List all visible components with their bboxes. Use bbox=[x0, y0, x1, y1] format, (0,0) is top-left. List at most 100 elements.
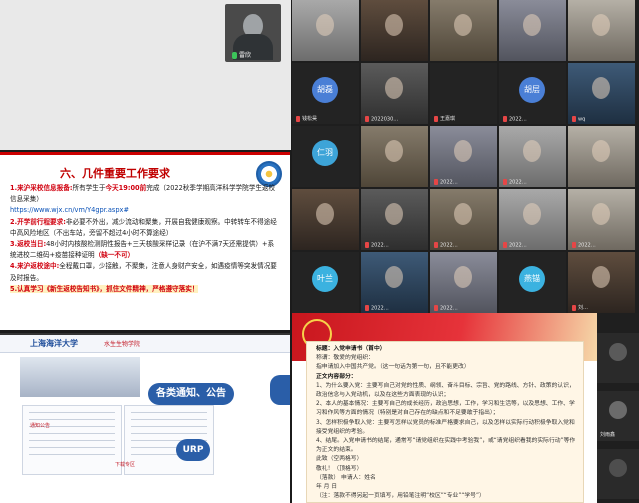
document-text: 标题：入党申请书（首中） 称谓：敬爱的党组织： 指申请加入中国共产党。（这一句话为第… bbox=[316, 345, 578, 501]
participant-name-text: 2022… bbox=[371, 305, 389, 311]
avatar bbox=[385, 203, 403, 225]
participant-tile[interactable]: 2022… bbox=[568, 189, 635, 250]
avatar bbox=[592, 266, 610, 288]
mic-muted-icon bbox=[434, 115, 438, 122]
slide-line: 5.认真学习《新生返校告知书》，抓住文件精神，严格遵守落实！ bbox=[10, 284, 280, 295]
participant-tile[interactable]: 2022… bbox=[499, 189, 566, 250]
participant-tile[interactable]: 刘… bbox=[568, 252, 635, 313]
callout-notice: 各类通知、公告 bbox=[148, 383, 234, 405]
participant-name-text: 王嘉琪 bbox=[440, 116, 456, 122]
shared-website: 上海海洋大学 水生生物学院 通知公告 下载专区 各类通知、公告 URP bbox=[0, 333, 290, 503]
participant-tile[interactable]: wq bbox=[568, 63, 635, 124]
participant-name-text: 2022… bbox=[578, 242, 596, 248]
slide-line-heading: 4.来沪返校途中: bbox=[10, 262, 60, 271]
site-header: 上海海洋大学 水生生物学院 bbox=[0, 335, 290, 353]
document-line: 称谓：敬爱的党组织： bbox=[316, 355, 374, 362]
participant-name-text: 2022… bbox=[509, 116, 527, 122]
participant-tile[interactable]: 王嘉琪 bbox=[430, 63, 497, 124]
avatar bbox=[592, 14, 610, 36]
participant-name: 2022… bbox=[572, 241, 596, 248]
participant-tile[interactable]: 胡层 2022… bbox=[499, 63, 566, 124]
slide-line: 4.来沪返校途中:全程戴口罩，少接触，不聚集，注意人身财产安全，如遇疫情等突发情… bbox=[10, 261, 280, 283]
slide-line: 1.来沪采校信息报备:所有学生于今天19:00前完成（2022秋季学期高洋科学学… bbox=[10, 183, 280, 205]
slide-line-heading: 3.返校当日: bbox=[10, 240, 47, 249]
notice-list bbox=[22, 405, 122, 475]
avatar bbox=[592, 140, 610, 162]
avatar bbox=[454, 14, 472, 36]
participant-name: 2022… bbox=[365, 304, 389, 311]
avatar bbox=[523, 203, 541, 225]
notice-label: 通知公告 bbox=[30, 423, 51, 429]
participant-tile[interactable]: 燕锚 bbox=[499, 252, 566, 313]
mic-muted-icon bbox=[503, 115, 507, 122]
participant-tile[interactable] bbox=[430, 0, 497, 61]
mic-icon bbox=[232, 52, 237, 59]
participant-name: 2022030… bbox=[365, 115, 398, 122]
avatar bbox=[523, 14, 541, 36]
document-line: 2、本人的基本情况：主要写自己的成长经历，政治思想，工作，学习和生活等，以及思想… bbox=[316, 401, 575, 417]
participant-tile[interactable] bbox=[597, 449, 639, 499]
participant-name: 刘雨鑫 bbox=[600, 432, 616, 438]
slide-line: 3.返校当日:48小时内核酸检测阴性报告+三天核酸采样记录（在沪不满7天还需提供… bbox=[10, 239, 280, 261]
avatar: 叶兰 bbox=[312, 266, 338, 292]
right-participant-strip: 刘雨鑫 bbox=[597, 313, 639, 503]
participant-name-text: 2022… bbox=[440, 242, 458, 248]
participant-tile[interactable]: 刘雨鑫 bbox=[597, 391, 639, 441]
mic-muted-icon bbox=[365, 115, 369, 122]
avatar bbox=[523, 140, 541, 162]
participant-tile[interactable] bbox=[597, 333, 639, 383]
participant-tile[interactable]: 2022… bbox=[361, 252, 428, 313]
participant-tile[interactable]: 2022… bbox=[361, 189, 428, 250]
participant-name-text: 2022… bbox=[371, 242, 389, 248]
side-callout bbox=[270, 375, 290, 405]
avatar bbox=[592, 203, 610, 225]
mic-muted-icon bbox=[365, 241, 369, 248]
slide-body: 1.来沪采校信息报备:所有学生于今天19:00前完成（2022秋季学期高洋科学学… bbox=[10, 183, 280, 295]
participant-tile[interactable]: 2022030… bbox=[361, 63, 428, 124]
slide-line-highlight: （缺一不可） bbox=[94, 251, 135, 260]
document-line: 指申请加入中国共产党。（这一句话为第一句，且不能更改） bbox=[316, 364, 470, 371]
self-name-label: 雷欣 bbox=[232, 50, 251, 59]
avatar bbox=[592, 77, 610, 99]
participant-name: 2022… bbox=[434, 304, 458, 311]
participant-tile[interactable]: 叶兰 bbox=[292, 252, 359, 313]
avatar bbox=[454, 140, 472, 162]
participant-tile[interactable]: 2022… bbox=[499, 126, 566, 187]
participant-tile[interactable]: 仁羽 bbox=[292, 126, 359, 187]
document-line: （注：落款不得另起一页填写，用铅笔注明“校区”“专业”“学号”） bbox=[316, 493, 485, 500]
slide-line-text[interactable]: https://www.wjx.cn/vm/Y4gpr.aspx# bbox=[10, 206, 129, 214]
document-line: 标题：入党申请书（首中） bbox=[316, 346, 386, 352]
slide-line: https://www.wjx.cn/vm/Y4gpr.aspx# bbox=[10, 205, 280, 216]
slide-line-highlight: 今天19:00前 bbox=[105, 184, 147, 192]
mic-muted-icon bbox=[572, 304, 576, 311]
self-name: 雷欣 bbox=[239, 52, 252, 59]
participant-tile[interactable]: 胡磊 钱松昊 bbox=[292, 63, 359, 124]
participant-tile[interactable] bbox=[292, 0, 359, 61]
participant-name: 王嘉琪 bbox=[434, 115, 455, 122]
participant-grid: 胡磊 钱松昊 2022030… 王嘉琪 胡层 2022… wq 仁羽 2022… 2022… 202… bbox=[292, 0, 639, 313]
mic-muted-icon bbox=[434, 304, 438, 311]
participant-tile[interactable] bbox=[292, 189, 359, 250]
avatar bbox=[385, 77, 403, 99]
document-line: 4、结尾。入党申请书的结尾，通常写“请党组织在实践中考验我”，或“请党组织看我的… bbox=[316, 438, 576, 454]
participant-tile[interactable]: 2022… bbox=[430, 189, 497, 250]
participant-tile[interactable]: 2022… bbox=[430, 126, 497, 187]
slide-line-text: 5.认真学习《新生返校告知书》，抓住文件精神，严格遵守落实！ bbox=[10, 284, 199, 293]
participant-name: 刘… bbox=[572, 304, 588, 311]
participant-tile[interactable] bbox=[568, 0, 635, 61]
document-line: 敬礼！（顶格写） bbox=[316, 465, 363, 472]
participant-tile[interactable] bbox=[499, 0, 566, 61]
participant-name: 2022… bbox=[365, 241, 389, 248]
slide-line-heading: 2.开学前行程要求: bbox=[10, 217, 66, 226]
participant-tile[interactable]: 2022… bbox=[430, 252, 497, 313]
participant-tile[interactable] bbox=[361, 0, 428, 61]
mic-muted-icon bbox=[434, 241, 438, 248]
participant-tile[interactable] bbox=[568, 126, 635, 187]
participant-name-text: 2022… bbox=[509, 242, 527, 248]
participant-name-text: 刘… bbox=[578, 305, 589, 311]
participant-name: 2022… bbox=[503, 115, 527, 122]
avatar: 胡磊 bbox=[312, 77, 338, 103]
participant-name: 2022… bbox=[434, 241, 458, 248]
participant-tile[interactable] bbox=[361, 126, 428, 187]
avatar bbox=[609, 459, 627, 477]
